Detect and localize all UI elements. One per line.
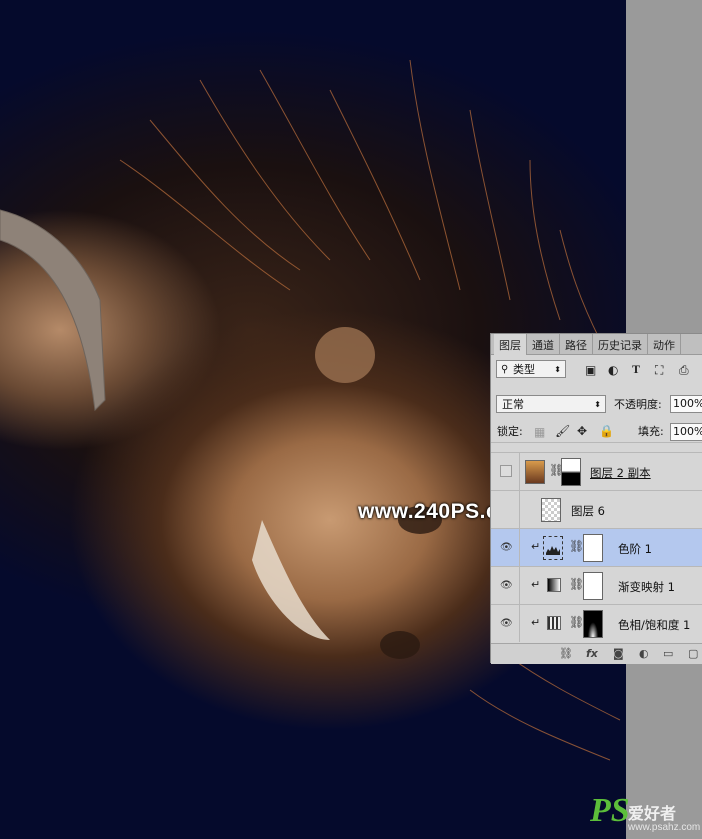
fill-input[interactable]: 100% (670, 423, 702, 441)
logo-ps: PS (590, 792, 630, 829)
logo-url: www.psahz.com (628, 822, 701, 833)
tab-paths[interactable]: 路径 (560, 334, 593, 354)
chevron-updown-icon: ⬍ (554, 365, 561, 374)
type-filter-icon[interactable]: T (632, 362, 640, 376)
fx-button[interactable]: fx (586, 647, 598, 660)
layer-row-levels-1[interactable]: 👁 ↵ ⛓ 色阶 1 (491, 528, 702, 566)
visibility-cell (491, 453, 520, 490)
layer-row-gradient-map-1[interactable]: 👁 ↵ ⛓ 渐变映射 1 (491, 566, 702, 604)
panel-footer: ⛓ fx ◙ ◐ ▭ ▢ (491, 643, 702, 664)
layer-name[interactable]: 渐变映射 1 (618, 579, 675, 595)
layer-mask-thumbnail[interactable] (583, 572, 603, 600)
lock-label: 锁定: (497, 425, 523, 438)
layers-panel: 图层 通道 路径 历史记录 动作 ⚲ 类型 ⬍ ▣ ◐ T ⛶ ⎙ 正常 ⬍ 不… (490, 333, 702, 664)
layer-thumbnail (525, 460, 545, 484)
clip-arrow-icon: ↵ (531, 616, 541, 629)
layer-mask-thumbnail[interactable] (583, 610, 603, 638)
panel-tabs: 图层 通道 路径 历史记录 动作 (491, 334, 702, 355)
shape-filter-icon[interactable]: ⛶ (655, 363, 663, 377)
layer-row-layer-6[interactable]: 图层 6 (491, 490, 702, 528)
pixel-filter-icon[interactable]: ▣ (585, 363, 596, 377)
filter-kind-dropdown[interactable]: ⚲ 类型 ⬍ (496, 360, 566, 378)
layer-name[interactable]: 图层 6 (571, 503, 605, 519)
visibility-cell (491, 491, 520, 528)
filter-kind-label: 类型 (513, 363, 535, 376)
eye-icon[interactable]: 👁 (500, 542, 513, 553)
clip-arrow-icon: ↵ (531, 540, 541, 553)
layer-row-layer-2-copy[interactable]: ⛓ 图层 2 副本 (491, 452, 702, 490)
chevron-updown-icon: ⬍ (594, 400, 601, 409)
link-layers-icon[interactable]: ⛓ (559, 647, 573, 660)
blend-mode-value: 正常 (502, 398, 524, 411)
smart-object-filter-icon[interactable]: ⎙ (679, 363, 689, 377)
visibility-cell: 👁 (491, 605, 520, 642)
link-icon[interactable]: ⛓ (569, 615, 584, 629)
visibility-cell: 👁 (491, 567, 520, 604)
new-group-icon[interactable]: ▭ (663, 647, 673, 660)
add-mask-icon[interactable]: ◙ (613, 647, 624, 660)
tab-channels[interactable]: 通道 (527, 334, 560, 354)
layer-mask-thumbnail[interactable] (561, 458, 581, 486)
hue-saturation-icon[interactable] (547, 616, 561, 630)
visibility-toggle-off[interactable] (500, 465, 512, 477)
blend-row: 正常 ⬍ 不透明度: 100% (491, 388, 702, 413)
levels-icon[interactable] (543, 536, 563, 560)
layer-thumbnail (541, 498, 561, 522)
gradient-icon[interactable] (547, 578, 561, 592)
new-layer-icon[interactable]: ▢ (688, 647, 698, 660)
logo-chinese-name: 爱好者 (628, 804, 677, 823)
layer-mask-thumbnail[interactable] (583, 534, 603, 562)
opacity-input[interactable]: 100% (670, 395, 702, 413)
adjustment-filter-icon[interactable]: ◐ (608, 363, 618, 377)
levels-histogram-icon (546, 546, 560, 555)
clip-arrow-icon: ↵ (531, 578, 541, 591)
link-icon[interactable]: ⛓ (569, 539, 584, 553)
tab-history[interactable]: 历史记录 (593, 334, 648, 354)
layer-row-hue-saturation-1[interactable]: 👁 ↵ ⛓ 色相/饱和度 1 (491, 604, 702, 642)
visibility-cell: 👁 (491, 529, 520, 566)
search-icon: ⚲ (501, 364, 509, 375)
new-adjustment-icon[interactable]: ◐ (639, 647, 649, 660)
tab-actions[interactable]: 动作 (648, 334, 681, 354)
layer-name[interactable]: 色阶 1 (618, 541, 652, 557)
eye-icon[interactable]: 👁 (500, 618, 513, 629)
fill-label: 填充: (638, 425, 664, 438)
tab-layers[interactable]: 图层 (494, 334, 527, 355)
layer-name[interactable]: 图层 2 副本 (590, 465, 651, 481)
layer-name[interactable]: 色相/饱和度 1 (618, 617, 690, 633)
link-icon[interactable]: ⛓ (569, 577, 584, 591)
lock-transparency-icon[interactable]: ▦ (534, 425, 545, 439)
lock-image-icon[interactable]: 🖌 (555, 424, 570, 438)
blend-mode-dropdown[interactable]: 正常 ⬍ (496, 395, 606, 413)
filter-row: ⚲ 类型 ⬍ ▣ ◐ T ⛶ ⎙ (491, 358, 702, 380)
opacity-label: 不透明度: (614, 398, 662, 411)
eye-icon[interactable]: 👁 (500, 580, 513, 591)
lock-row: 锁定: ▦ 🖌 ✥ 🔒 填充: 100% (491, 420, 702, 443)
lock-position-icon[interactable]: ✥ (577, 424, 587, 438)
lock-all-icon[interactable]: 🔒 (599, 424, 614, 438)
site-logo: PS 爱好者 www.psahz.com (590, 792, 700, 834)
